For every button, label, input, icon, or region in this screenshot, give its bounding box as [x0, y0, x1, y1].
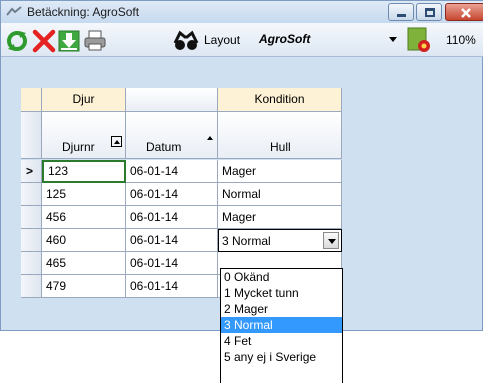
dropdown-option[interactable]: 2 Mager — [221, 301, 342, 317]
layout-label: Layout — [204, 33, 241, 47]
save-down-icon[interactable] — [57, 29, 81, 53]
dropdown-option[interactable]: 3 Normal — [221, 317, 342, 333]
combo-value: 3 Normal — [222, 234, 271, 248]
row-header[interactable] — [21, 252, 42, 275]
close-button[interactable] — [445, 3, 483, 21]
grid-cell-hull[interactable]: Mager — [218, 206, 342, 229]
grid-cell-datum[interactable]: 06-01-14 — [126, 252, 218, 275]
delete-icon[interactable] — [32, 29, 56, 53]
grid-cell-hull[interactable]: Normal — [218, 183, 342, 206]
row-header[interactable] — [21, 229, 42, 252]
grid-corner-column — [21, 112, 42, 159]
minimize-button[interactable] — [388, 3, 414, 21]
row-header[interactable]: > — [21, 160, 42, 183]
dropdown-button[interactable] — [323, 232, 339, 249]
maximize-icon — [425, 8, 435, 17]
group-header-empty — [126, 88, 218, 112]
grid-cell-djurnr[interactable]: 465 — [42, 252, 126, 275]
window-title: Betäckning: AgroSoft — [27, 5, 140, 19]
grid-cell-djurnr[interactable]: 456 — [42, 206, 126, 229]
grid-cell-hull[interactable]: Mager — [218, 160, 342, 183]
title-bar[interactable]: Betäckning: AgroSoft — [1, 1, 483, 23]
grid-cell-datum[interactable]: 06-01-14 — [126, 160, 218, 183]
column-header-label: Hull — [270, 140, 291, 154]
layout-selector[interactable]: AgroSoft — [259, 32, 310, 46]
print-icon[interactable] — [83, 29, 107, 53]
grid-cell-datum[interactable]: 06-01-14 — [126, 229, 218, 252]
binoculars-icon[interactable] — [172, 29, 200, 53]
grid-cell-hull[interactable]: 3 Normal — [218, 229, 342, 252]
grid-corner-group — [21, 88, 42, 112]
grid-cell-datum[interactable]: 06-01-14 — [126, 183, 218, 206]
sort-asc-icon — [207, 136, 213, 140]
dropdown-option[interactable]: 4 Fet — [221, 333, 342, 349]
chevron-down-icon — [328, 239, 336, 244]
toolbar: Layout AgroSoft 110% — [1, 23, 483, 57]
dropdown-option[interactable]: 5 any ej i Sverige — [221, 349, 342, 365]
row-header[interactable] — [21, 183, 42, 206]
column-header-label: Datum — [146, 140, 182, 154]
row-header[interactable] — [21, 275, 42, 298]
column-header-hull[interactable]: Hull — [218, 112, 342, 159]
dropdown-option[interactable]: 1 Mycket tunn — [221, 285, 342, 301]
current-row-indicator: > — [26, 164, 34, 178]
dropdown-option[interactable]: 0 Okänd — [221, 269, 342, 285]
sort-asc-icon — [111, 136, 122, 147]
column-header-datum[interactable]: Datum — [126, 112, 218, 159]
minimize-icon — [397, 14, 406, 17]
grid-cell-djurnr[interactable]: 125 — [42, 183, 126, 206]
maximize-button[interactable] — [416, 3, 442, 21]
zoom-level[interactable]: 110% — [446, 33, 476, 47]
group-header-kondition: Kondition — [218, 88, 342, 112]
app-icon — [6, 6, 22, 16]
grid-cell-datum[interactable]: 06-01-14 — [126, 206, 218, 229]
grid-cell-djurnr[interactable]: 460 — [42, 229, 126, 252]
column-header-djurnr[interactable]: Djurnr — [42, 112, 126, 159]
group-header-djur: Djur — [42, 88, 126, 112]
chevron-down-icon[interactable] — [389, 37, 397, 42]
row-header[interactable] — [21, 206, 42, 229]
hull-dropdown-list[interactable]: 0 Okänd 1 Mycket tunn 2 Mager 3 Normal 4 Fet… — [220, 268, 343, 383]
grid-cell-datum[interactable]: 06-01-14 — [126, 275, 218, 298]
grid-cell-djurnr[interactable]: 479 — [42, 275, 126, 298]
column-header-label: Djurnr — [62, 140, 95, 154]
refresh-icon[interactable] — [5, 29, 29, 53]
grid-cell-djurnr[interactable]: 123 — [42, 160, 126, 183]
close-icon — [461, 8, 471, 18]
settings-layout-icon[interactable] — [406, 26, 432, 54]
